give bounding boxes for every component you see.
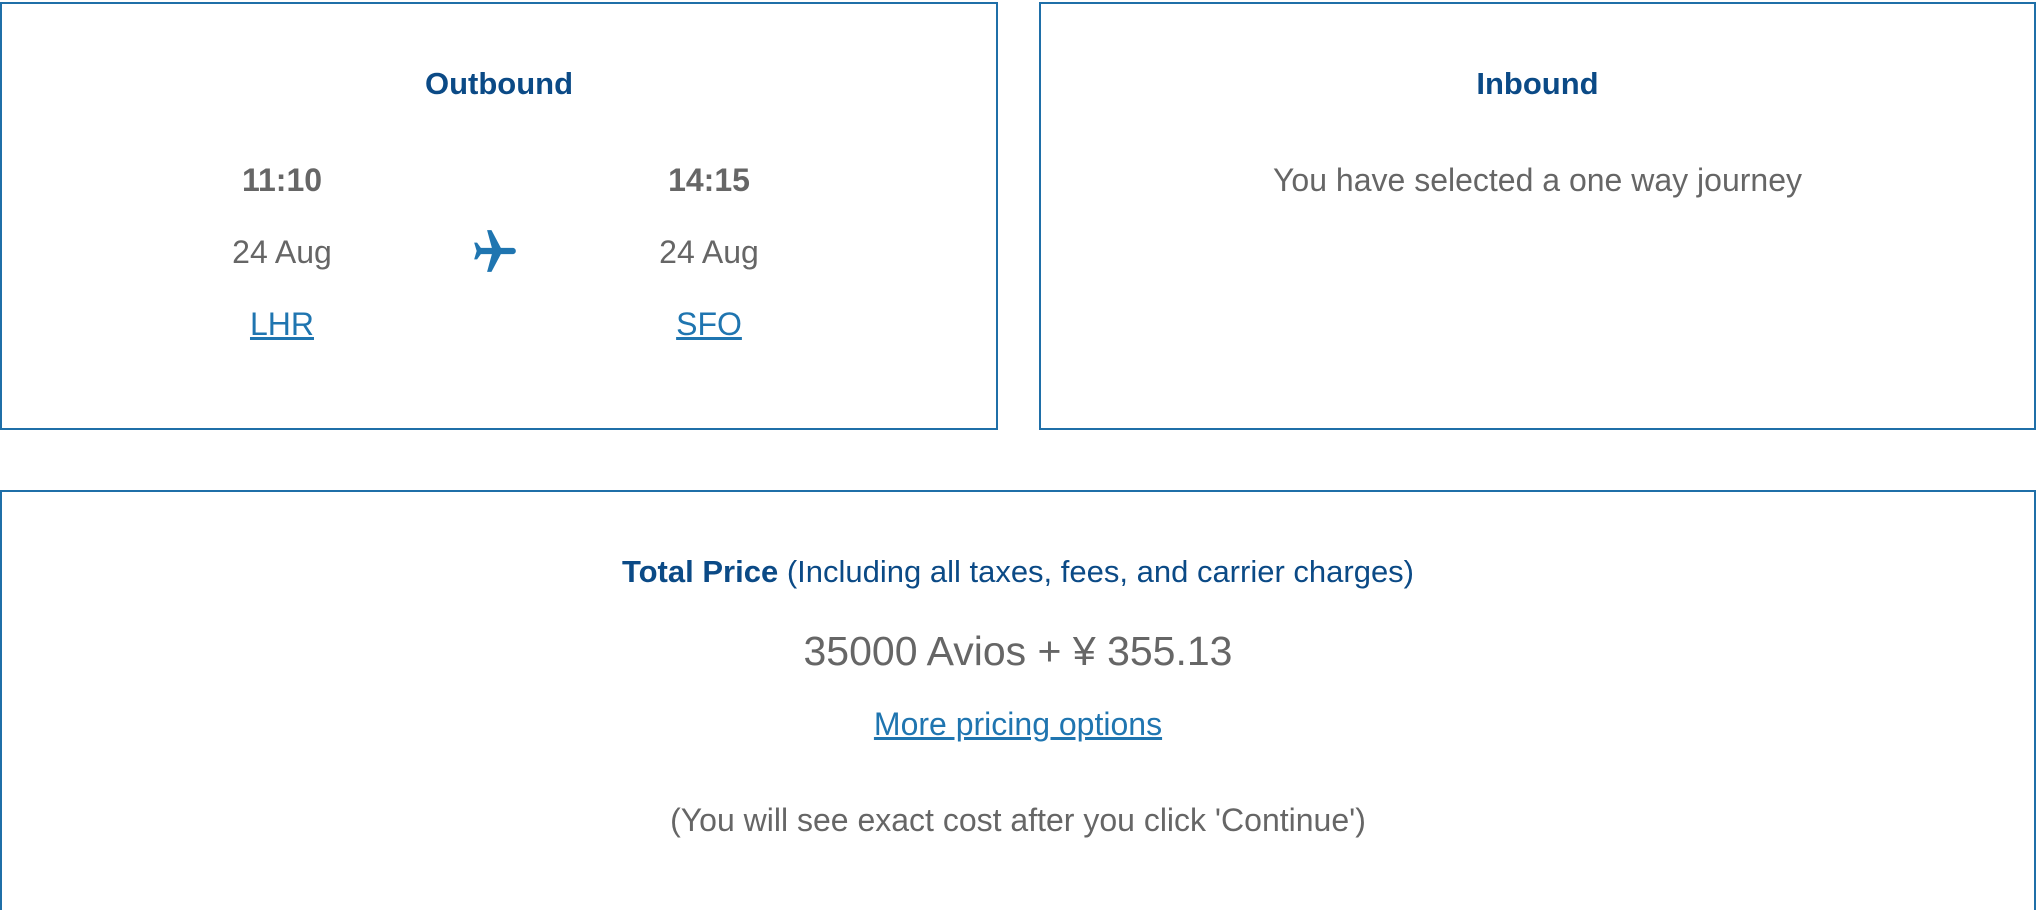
more-pricing-options-row: More pricing options [2,706,2034,743]
total-price-value: 35000 Avios + ¥ 355.13 [803,628,1233,674]
plane-icon [474,230,516,272]
inbound-title: Inbound [1476,66,1599,101]
exact-cost-note: (You will see exact cost after you click… [670,802,1366,838]
total-price-heading: Total Price (Including all taxes, fees, … [2,554,2034,590]
more-pricing-options-link[interactable]: More pricing options [874,706,1162,742]
total-price-label: Total Price [621,554,779,589]
outbound-panel: Outbound 11:10 24 Aug LHR 14:15 24 Aug S… [0,2,998,430]
outbound-title: Outbound [424,66,574,101]
arrival-time: 14:15 [668,162,750,198]
departure-date: 24 Aug [232,234,332,270]
departure-time: 11:10 [241,162,323,198]
arrival-date: 24 Aug [659,234,759,270]
departure-airport-link[interactable]: LHR [182,306,382,343]
arrival-airport-link[interactable]: SFO [609,306,809,343]
one-way-message: You have selected a one way journey [1273,162,1802,198]
total-price-subtext: (Including all taxes, fees, and carrier … [786,554,1415,589]
total-price-panel: Total Price (Including all taxes, fees, … [0,490,2036,910]
inbound-panel: Inbound You have selected a one way jour… [1039,2,2036,430]
